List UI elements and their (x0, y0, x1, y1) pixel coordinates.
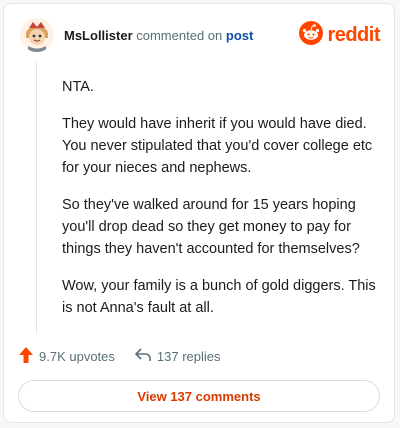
upvote-button[interactable]: 9.7K upvotes (19, 346, 115, 366)
comment-body: NTA. They would have inherit if you woul… (62, 76, 380, 334)
comment-header: MsLollister commented on post reddit (20, 18, 380, 52)
upvote-count: 9.7K upvotes (39, 348, 115, 364)
upvote-arrow-icon (19, 346, 33, 366)
reply-arrow-icon (135, 347, 151, 365)
comment-paragraph: So they've walked around for 15 years ho… (62, 197, 360, 257)
reply-count: 137 replies (156, 348, 221, 364)
comment-paragraph: Wow, your family is a bunch of gold digg… (62, 278, 376, 316)
reddit-wordmark: reddit (327, 24, 380, 46)
avatar[interactable] (20, 18, 54, 52)
thread-line (36, 62, 37, 334)
comment-card: MsLollister commented on post reddit NTA… (3, 3, 395, 423)
view-comments-button[interactable]: View 137 comments (18, 380, 380, 412)
post-link[interactable]: post (226, 28, 253, 43)
replies-button[interactable]: 137 replies (135, 347, 221, 365)
comment-actions: 9.7K upvotes 137 replies (19, 346, 221, 366)
reddit-logo-icon (299, 20, 324, 50)
action-text: commented on (136, 28, 223, 43)
reddit-brand[interactable]: reddit (299, 20, 380, 50)
comment-paragraph: They would have inherit if you would hav… (62, 116, 373, 176)
comment-meta: MsLollister commented on post (64, 28, 253, 43)
comment-paragraph: NTA. (62, 79, 94, 95)
username-link[interactable]: MsLollister (64, 28, 133, 43)
